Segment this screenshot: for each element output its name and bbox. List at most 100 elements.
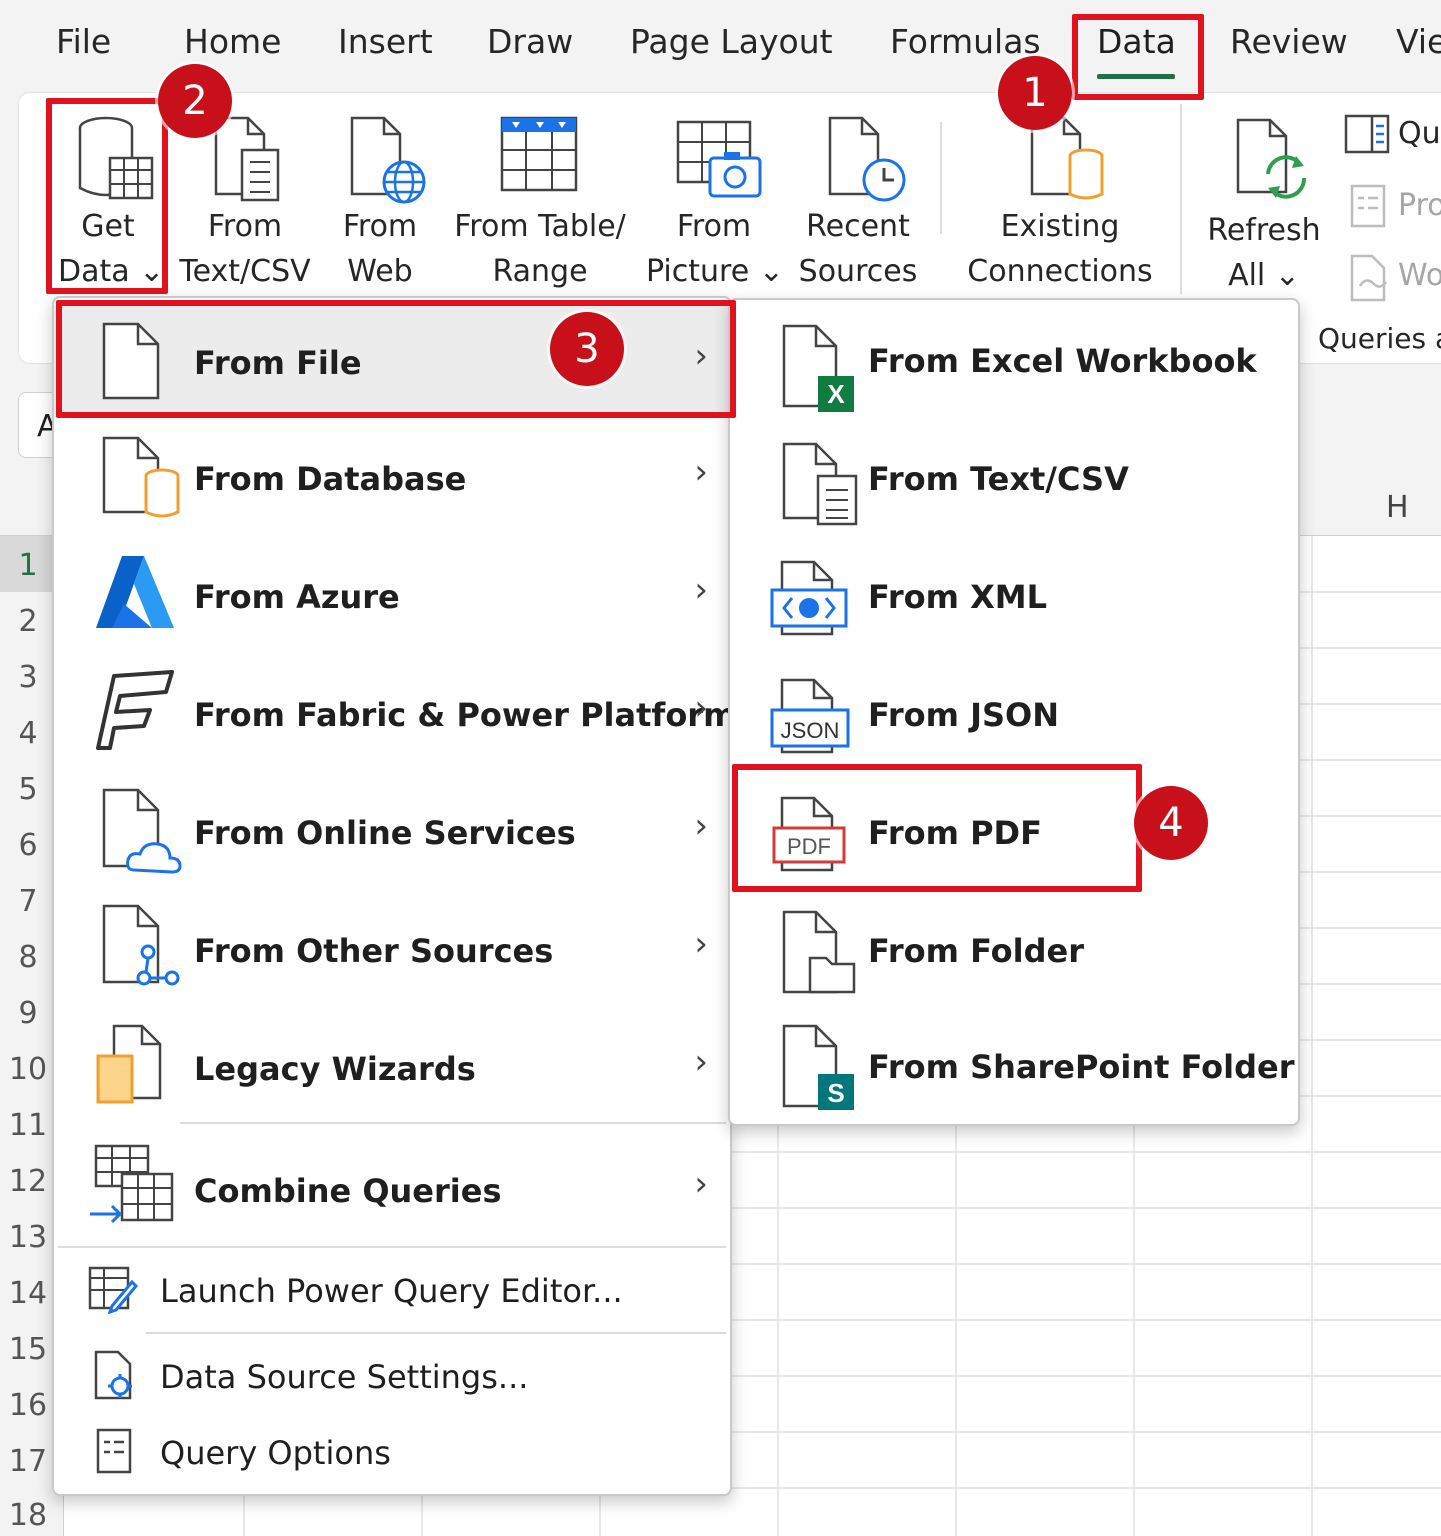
excel-workbook-icon: X [782, 324, 854, 412]
row-number[interactable]: 17 [0, 1444, 56, 1479]
chevron-right-icon: › [694, 806, 708, 846]
row-number[interactable]: 11 [0, 1108, 56, 1143]
from-web-label-2: Web [347, 254, 413, 289]
refresh-icon [1236, 118, 1307, 199]
existing-connections-label-1: Existing [1000, 209, 1120, 244]
menu-item-from-text-csv[interactable]: From Text/CSV [730, 428, 1298, 538]
from-picture-button[interactable]: From Picture ⌄ [646, 108, 784, 289]
row-number[interactable]: 8 [0, 940, 56, 975]
refresh-all-label-1: Refresh [1207, 213, 1321, 248]
tab-view[interactable]: Vie [1396, 22, 1441, 61]
row-number[interactable]: 5 [0, 772, 56, 807]
from-web-label-1: From [342, 209, 418, 244]
queries-pane-icon [1344, 114, 1390, 154]
folder-icon [782, 910, 856, 994]
row-number[interactable]: 18 [0, 1498, 56, 1533]
menu-item-from-online-services[interactable]: From Online Services › [54, 776, 730, 886]
chevron-right-icon: › [694, 1164, 708, 1204]
from-sharepoint-folder-label: From SharePoint Folder [868, 1048, 1295, 1086]
row-number[interactable]: 14 [0, 1276, 56, 1311]
row-number[interactable]: 7 [0, 884, 56, 919]
query-options-label: Query Options [160, 1434, 391, 1472]
row-number[interactable]: 4 [0, 716, 56, 751]
from-xml-label: From XML [868, 578, 1047, 616]
menu-item-from-xml[interactable]: From XML [730, 546, 1298, 656]
chevron-right-icon: › [694, 452, 708, 492]
launch-power-query-label: Launch Power Query Editor... [160, 1272, 623, 1310]
menu-item-from-json[interactable]: JSON From JSON [730, 664, 1298, 774]
other-sources-icon [102, 904, 180, 986]
workbook-links-icon [1350, 254, 1387, 302]
menu-item-from-azure[interactable]: From Azure › [54, 540, 730, 650]
tab-formulas[interactable]: Formulas [890, 22, 1041, 61]
from-file-submenu: X From Excel Workbook From Text/CSV From… [728, 298, 1300, 1126]
row-number[interactable]: 15 [0, 1332, 56, 1367]
tab-page-layout[interactable]: Page Layout [630, 22, 833, 61]
menu-item-from-sharepoint-folder[interactable]: S From SharePoint Folder [730, 1016, 1298, 1126]
chevron-right-icon: › [694, 688, 708, 728]
row-number[interactable]: 9 [0, 996, 56, 1031]
get-data-menu: From File › From Database › From Azure ›… [52, 296, 736, 1496]
legacy-wizards-icon [96, 1024, 162, 1104]
chevron-right-icon: › [694, 924, 708, 964]
from-web-button[interactable]: From Web [330, 108, 430, 289]
recent-sources-label-2: Sources [798, 254, 918, 289]
from-excel-workbook-label: From Excel Workbook [868, 342, 1257, 380]
menu-item-from-folder[interactable]: From Folder [730, 900, 1298, 1010]
from-other-sources-label: From Other Sources [194, 932, 554, 970]
existing-connections-button[interactable]: Existing Connections [958, 108, 1162, 289]
refresh-all-label-2: All ⌄ [1228, 258, 1300, 293]
menu-separator [58, 1246, 726, 1248]
menu-separator [146, 1332, 726, 1334]
menu-item-combine-queries[interactable]: Combine Queries › [54, 1132, 730, 1244]
highlight-from-file [56, 300, 736, 418]
recent-sources-button[interactable]: Recent Sources [798, 108, 918, 289]
from-fabric-label: From Fabric & Power Platform [194, 696, 737, 734]
from-picture-label-2: Picture ⌄ [646, 254, 784, 289]
row-number[interactable]: 10 [0, 1052, 56, 1087]
menu-item-from-fabric[interactable]: From Fabric & Power Platform › [54, 658, 736, 768]
text-csv-icon [782, 442, 858, 526]
tab-insert[interactable]: Insert [338, 22, 433, 61]
menu-item-data-source-settings[interactable]: Data Source Settings... [54, 1336, 730, 1418]
existing-connections-label-2: Connections [967, 254, 1153, 289]
refresh-all-button[interactable]: Refresh All ⌄ [1204, 108, 1324, 294]
ribbon-separator [940, 122, 942, 234]
row-number[interactable]: 2 [0, 604, 56, 639]
row-number[interactable]: 12 [0, 1164, 56, 1199]
row-number[interactable]: 16 [0, 1388, 56, 1423]
menu-item-launch-power-query[interactable]: Launch Power Query Editor... [54, 1250, 730, 1332]
workbook-links-label: Wo [1398, 258, 1441, 293]
chevron-right-icon: › [694, 1042, 708, 1082]
from-azure-label: From Azure [194, 578, 400, 616]
database-icon [102, 436, 180, 518]
from-table-range-button[interactable]: From Table/ Range [448, 108, 632, 289]
column-header-h[interactable]: H [1386, 490, 1409, 525]
menu-item-legacy-wizards[interactable]: Legacy Wizards › [54, 1012, 730, 1122]
row-number[interactable]: 6 [0, 828, 56, 863]
tab-review[interactable]: Review [1230, 22, 1348, 61]
cloud-icon [102, 788, 182, 874]
fabric-icon [96, 670, 174, 750]
menu-separator [180, 1122, 726, 1124]
tab-home[interactable]: Home [184, 22, 281, 61]
queries-connections-label: Qu [1398, 116, 1441, 151]
menu-item-from-other-sources[interactable]: From Other Sources › [54, 894, 730, 1004]
row-number[interactable]: 1 [0, 548, 56, 583]
chevron-right-icon: › [694, 570, 708, 610]
queries-group-label: Queries a [1318, 322, 1441, 355]
from-table-range-label-2: Range [492, 254, 588, 289]
tab-file[interactable]: File [56, 22, 111, 61]
row-number[interactable]: 3 [0, 660, 56, 695]
recent-sources-label-1: Recent [806, 209, 910, 244]
table-range-icon [500, 116, 578, 192]
menu-item-query-options[interactable]: Query Options [54, 1418, 730, 1490]
menu-item-from-excel-workbook[interactable]: X From Excel Workbook [730, 310, 1298, 420]
query-options-icon [96, 1428, 132, 1474]
from-picture-label-1: From [676, 209, 752, 244]
power-query-editor-icon [88, 1266, 138, 1314]
tab-draw[interactable]: Draw [487, 22, 573, 61]
highlight-data-tab [1072, 14, 1204, 100]
menu-item-from-database[interactable]: From Database › [54, 422, 730, 532]
row-number[interactable]: 13 [0, 1220, 56, 1255]
